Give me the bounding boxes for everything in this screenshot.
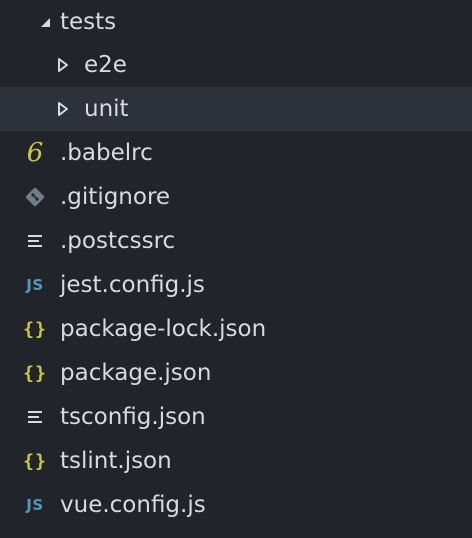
json-icon: {} xyxy=(23,362,47,384)
babel-icon: 6 xyxy=(26,138,44,168)
lines-icon xyxy=(22,228,48,254)
tree-item-label: jest.config.js xyxy=(60,272,205,298)
caret-right-icon[interactable] xyxy=(50,52,76,78)
tree-item-tests[interactable]: tests xyxy=(0,0,472,44)
js-icon: JS xyxy=(26,496,44,514)
tree-item-label: .babelrc xyxy=(60,140,153,166)
git-icon xyxy=(22,184,48,210)
tree-item-tsconfig[interactable]: tsconfig.json xyxy=(0,395,472,439)
tree-item-package-lock[interactable]: {} package-lock.json xyxy=(0,307,472,351)
tree-item-babelrc[interactable]: 6 .babelrc xyxy=(0,131,472,175)
caret-down-icon[interactable] xyxy=(32,9,58,35)
tree-item-label: e2e xyxy=(84,52,127,78)
tree-item-label: .postcssrc xyxy=(60,228,176,254)
tree-item-vue-config[interactable]: JS vue.config.js xyxy=(0,483,472,527)
tree-item-label: tsconfig.json xyxy=(60,404,206,430)
tree-item-label: package-lock.json xyxy=(60,316,267,342)
json-icon: {} xyxy=(23,318,47,340)
tree-item-label: unit xyxy=(84,96,129,122)
tree-item-postcssrc[interactable]: .postcssrc xyxy=(0,219,472,263)
json-icon: {} xyxy=(23,450,47,472)
tree-item-gitignore[interactable]: .gitignore xyxy=(0,175,472,219)
tree-item-label: vue.config.js xyxy=(60,492,206,518)
caret-right-icon[interactable] xyxy=(50,96,76,122)
tree-item-jest-config[interactable]: JS jest.config.js xyxy=(0,263,472,307)
lines-icon xyxy=(22,404,48,430)
tree-item-label: .gitignore xyxy=(60,184,171,210)
tree-item-package-json[interactable]: {} package.json xyxy=(0,351,472,395)
tree-item-label: package.json xyxy=(60,360,212,386)
tree-item-tslint[interactable]: {} tslint.json xyxy=(0,439,472,483)
js-icon: JS xyxy=(26,276,44,294)
tree-item-unit[interactable]: unit xyxy=(0,87,472,131)
tree-item-label: tests xyxy=(60,9,117,35)
tree-item-label: tslint.json xyxy=(60,448,172,474)
file-explorer: tests e2e unit 6 .babelrc .gitignore .po… xyxy=(0,0,472,538)
tree-item-e2e[interactable]: e2e xyxy=(0,43,472,87)
